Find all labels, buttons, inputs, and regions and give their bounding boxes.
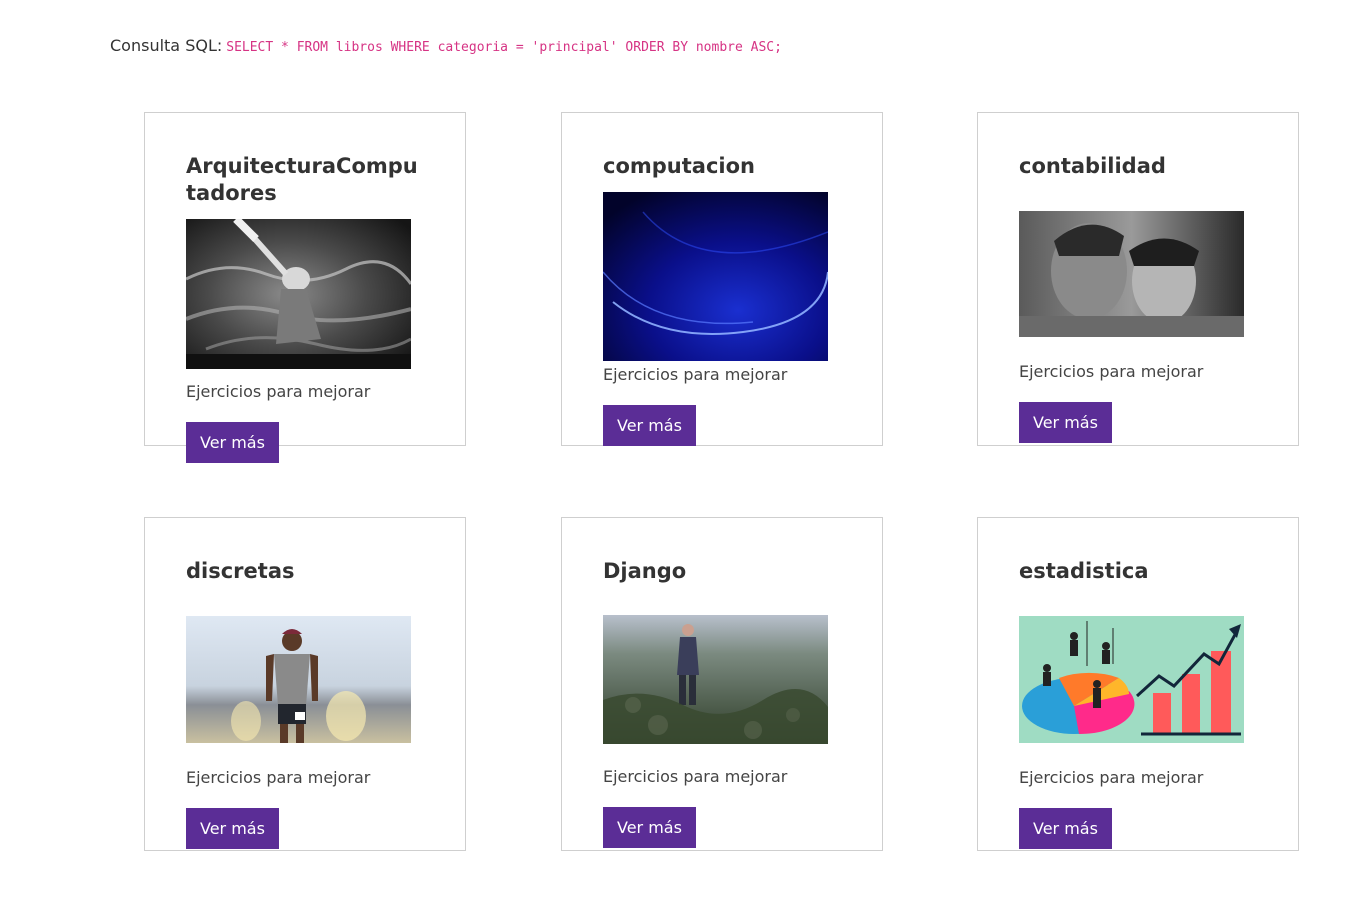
sql-query-label: Consulta SQL: — [110, 36, 223, 55]
book-card-discretas: discretas Ejercicios para mejorar Ver má… — [144, 517, 466, 851]
book-title: ArquitecturaComputadores — [186, 154, 418, 205]
book-title: discretas — [186, 559, 295, 583]
book-title: estadistica — [1019, 559, 1149, 583]
book-description: Ejercicios para mejorar — [186, 382, 371, 401]
book-title: Django — [603, 559, 687, 583]
book-image — [1019, 616, 1244, 743]
book-description: Ejercicios para mejorar — [186, 768, 371, 787]
ver-mas-button[interactable]: Ver más — [1019, 808, 1112, 849]
book-card-computacion: computacion Ejercicios para mejorar Ver … — [561, 112, 883, 446]
book-image — [1019, 211, 1244, 337]
book-card-arquitectura: ArquitecturaComputadores Ejercicios para… — [144, 112, 466, 463]
book-description: Ejercicios para mejorar — [1019, 768, 1204, 787]
sql-query-code: SELECT * FROM libros WHERE categoria = '… — [226, 40, 782, 55]
ver-mas-button[interactable]: Ver más — [1019, 402, 1112, 443]
ver-mas-button[interactable]: Ver más — [186, 422, 279, 463]
book-image — [186, 219, 411, 369]
book-title: computacion — [603, 154, 755, 178]
book-card-contabilidad: contabilidad Ejercicios para mejorar Ver… — [977, 112, 1299, 446]
sql-query-line: Consulta SQL: SELECT * FROM libros WHERE … — [110, 36, 782, 55]
book-title: contabilidad — [1019, 154, 1166, 178]
book-card-django: Django Ejercicios para mejorar Ver más — [561, 517, 883, 851]
ver-mas-button[interactable]: Ver más — [603, 807, 696, 848]
book-image — [603, 615, 828, 744]
book-image — [186, 616, 411, 743]
book-image — [603, 192, 828, 361]
book-description: Ejercicios para mejorar — [603, 365, 788, 384]
ver-mas-button[interactable]: Ver más — [603, 405, 696, 446]
book-description: Ejercicios para mejorar — [1019, 362, 1204, 381]
book-description: Ejercicios para mejorar — [603, 767, 788, 786]
book-card-estadistica: estadistica Ejercicios para mejorar Ver … — [977, 517, 1299, 851]
ver-mas-button[interactable]: Ver más — [186, 808, 279, 849]
